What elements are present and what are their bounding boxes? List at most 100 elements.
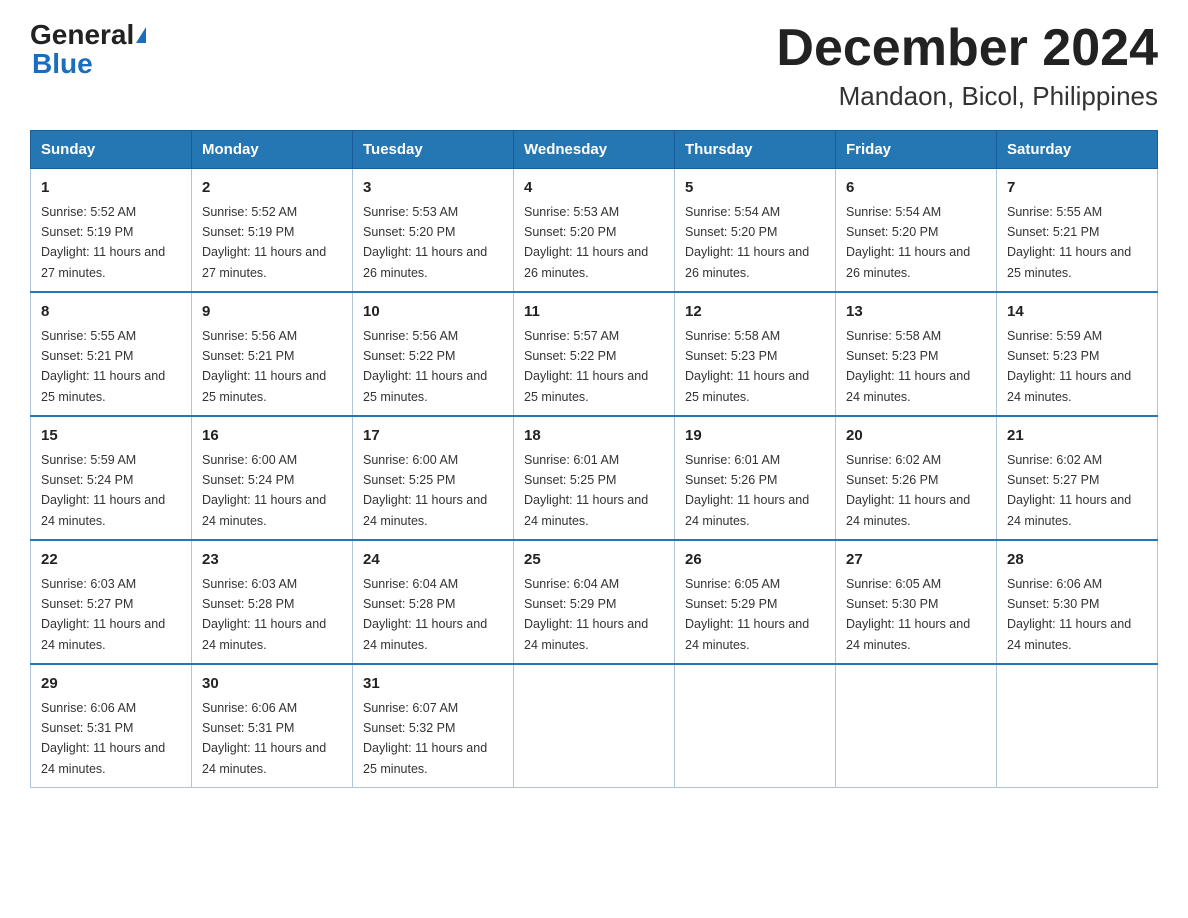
day-number: 27: [846, 549, 986, 572]
day-number: 28: [1007, 549, 1147, 572]
day-info: Sunrise: 5:53 AMSunset: 5:20 PMDaylight:…: [524, 205, 648, 280]
day-cell: 3 Sunrise: 5:53 AMSunset: 5:20 PMDayligh…: [353, 169, 514, 293]
header-cell-sunday: Sunday: [31, 131, 192, 169]
calendar-table: SundayMondayTuesdayWednesdayThursdayFrid…: [30, 130, 1158, 788]
day-number: 9: [202, 301, 342, 324]
day-info: Sunrise: 6:03 AMSunset: 5:27 PMDaylight:…: [41, 577, 165, 652]
day-cell: 30 Sunrise: 6:06 AMSunset: 5:31 PMDaylig…: [192, 664, 353, 788]
day-cell: 2 Sunrise: 5:52 AMSunset: 5:19 PMDayligh…: [192, 169, 353, 293]
day-info: Sunrise: 6:02 AMSunset: 5:27 PMDaylight:…: [1007, 453, 1131, 528]
day-cell: 14 Sunrise: 5:59 AMSunset: 5:23 PMDaylig…: [997, 292, 1158, 416]
day-cell: [514, 664, 675, 788]
day-cell: 16 Sunrise: 6:00 AMSunset: 5:24 PMDaylig…: [192, 416, 353, 540]
day-number: 16: [202, 425, 342, 448]
day-info: Sunrise: 5:54 AMSunset: 5:20 PMDaylight:…: [685, 205, 809, 280]
day-number: 12: [685, 301, 825, 324]
day-cell: 31 Sunrise: 6:07 AMSunset: 5:32 PMDaylig…: [353, 664, 514, 788]
day-info: Sunrise: 6:00 AMSunset: 5:24 PMDaylight:…: [202, 453, 326, 528]
day-cell: 18 Sunrise: 6:01 AMSunset: 5:25 PMDaylig…: [514, 416, 675, 540]
day-number: 26: [685, 549, 825, 572]
day-info: Sunrise: 5:55 AMSunset: 5:21 PMDaylight:…: [1007, 205, 1131, 280]
day-number: 13: [846, 301, 986, 324]
week-row-5: 29 Sunrise: 6:06 AMSunset: 5:31 PMDaylig…: [31, 664, 1158, 788]
day-cell: 10 Sunrise: 5:56 AMSunset: 5:22 PMDaylig…: [353, 292, 514, 416]
day-info: Sunrise: 6:01 AMSunset: 5:26 PMDaylight:…: [685, 453, 809, 528]
day-cell: 19 Sunrise: 6:01 AMSunset: 5:26 PMDaylig…: [675, 416, 836, 540]
day-cell: 11 Sunrise: 5:57 AMSunset: 5:22 PMDaylig…: [514, 292, 675, 416]
day-cell: 5 Sunrise: 5:54 AMSunset: 5:20 PMDayligh…: [675, 169, 836, 293]
day-info: Sunrise: 5:58 AMSunset: 5:23 PMDaylight:…: [846, 329, 970, 404]
header-cell-thursday: Thursday: [675, 131, 836, 169]
day-number: 24: [363, 549, 503, 572]
day-cell: 25 Sunrise: 6:04 AMSunset: 5:29 PMDaylig…: [514, 540, 675, 664]
calendar-header: SundayMondayTuesdayWednesdayThursdayFrid…: [31, 131, 1158, 169]
header-cell-monday: Monday: [192, 131, 353, 169]
day-number: 11: [524, 301, 664, 324]
page-header: General Blue December 2024 Mandaon, Bico…: [30, 20, 1158, 112]
day-cell: 20 Sunrise: 6:02 AMSunset: 5:26 PMDaylig…: [836, 416, 997, 540]
day-number: 7: [1007, 177, 1147, 200]
logo-text-blue: Blue: [30, 49, 93, 80]
day-number: 30: [202, 673, 342, 696]
day-cell: 7 Sunrise: 5:55 AMSunset: 5:21 PMDayligh…: [997, 169, 1158, 293]
day-cell: 6 Sunrise: 5:54 AMSunset: 5:20 PMDayligh…: [836, 169, 997, 293]
day-cell: [675, 664, 836, 788]
day-info: Sunrise: 5:56 AMSunset: 5:21 PMDaylight:…: [202, 329, 326, 404]
day-number: 14: [1007, 301, 1147, 324]
day-info: Sunrise: 6:07 AMSunset: 5:32 PMDaylight:…: [363, 701, 487, 776]
day-number: 4: [524, 177, 664, 200]
day-cell: 27 Sunrise: 6:05 AMSunset: 5:30 PMDaylig…: [836, 540, 997, 664]
day-cell: 29 Sunrise: 6:06 AMSunset: 5:31 PMDaylig…: [31, 664, 192, 788]
day-info: Sunrise: 5:55 AMSunset: 5:21 PMDaylight:…: [41, 329, 165, 404]
day-number: 31: [363, 673, 503, 696]
day-info: Sunrise: 6:05 AMSunset: 5:29 PMDaylight:…: [685, 577, 809, 652]
header-cell-tuesday: Tuesday: [353, 131, 514, 169]
day-info: Sunrise: 6:06 AMSunset: 5:31 PMDaylight:…: [41, 701, 165, 776]
day-info: Sunrise: 5:59 AMSunset: 5:24 PMDaylight:…: [41, 453, 165, 528]
day-cell: 21 Sunrise: 6:02 AMSunset: 5:27 PMDaylig…: [997, 416, 1158, 540]
logo: General Blue: [30, 20, 146, 80]
day-info: Sunrise: 5:56 AMSunset: 5:22 PMDaylight:…: [363, 329, 487, 404]
day-info: Sunrise: 5:52 AMSunset: 5:19 PMDaylight:…: [202, 205, 326, 280]
day-cell: [836, 664, 997, 788]
day-number: 8: [41, 301, 181, 324]
header-row: SundayMondayTuesdayWednesdayThursdayFrid…: [31, 131, 1158, 169]
day-info: Sunrise: 6:05 AMSunset: 5:30 PMDaylight:…: [846, 577, 970, 652]
day-info: Sunrise: 6:04 AMSunset: 5:29 PMDaylight:…: [524, 577, 648, 652]
day-info: Sunrise: 5:52 AMSunset: 5:19 PMDaylight:…: [41, 205, 165, 280]
day-cell: 28 Sunrise: 6:06 AMSunset: 5:30 PMDaylig…: [997, 540, 1158, 664]
day-cell: 8 Sunrise: 5:55 AMSunset: 5:21 PMDayligh…: [31, 292, 192, 416]
day-cell: 26 Sunrise: 6:05 AMSunset: 5:29 PMDaylig…: [675, 540, 836, 664]
day-number: 15: [41, 425, 181, 448]
day-number: 2: [202, 177, 342, 200]
day-info: Sunrise: 6:01 AMSunset: 5:25 PMDaylight:…: [524, 453, 648, 528]
day-cell: 12 Sunrise: 5:58 AMSunset: 5:23 PMDaylig…: [675, 292, 836, 416]
day-number: 23: [202, 549, 342, 572]
day-number: 19: [685, 425, 825, 448]
day-number: 22: [41, 549, 181, 572]
day-info: Sunrise: 6:04 AMSunset: 5:28 PMDaylight:…: [363, 577, 487, 652]
day-cell: 15 Sunrise: 5:59 AMSunset: 5:24 PMDaylig…: [31, 416, 192, 540]
day-number: 5: [685, 177, 825, 200]
day-number: 25: [524, 549, 664, 572]
day-cell: 4 Sunrise: 5:53 AMSunset: 5:20 PMDayligh…: [514, 169, 675, 293]
day-number: 29: [41, 673, 181, 696]
day-cell: 24 Sunrise: 6:04 AMSunset: 5:28 PMDaylig…: [353, 540, 514, 664]
day-number: 1: [41, 177, 181, 200]
day-info: Sunrise: 5:59 AMSunset: 5:23 PMDaylight:…: [1007, 329, 1131, 404]
week-row-3: 15 Sunrise: 5:59 AMSunset: 5:24 PMDaylig…: [31, 416, 1158, 540]
title-block: December 2024 Mandaon, Bicol, Philippine…: [776, 20, 1158, 112]
day-info: Sunrise: 6:03 AMSunset: 5:28 PMDaylight:…: [202, 577, 326, 652]
day-number: 17: [363, 425, 503, 448]
calendar-title: December 2024: [776, 20, 1158, 77]
day-cell: 9 Sunrise: 5:56 AMSunset: 5:21 PMDayligh…: [192, 292, 353, 416]
day-number: 21: [1007, 425, 1147, 448]
logo-text-black: General: [30, 20, 134, 51]
day-info: Sunrise: 6:06 AMSunset: 5:30 PMDaylight:…: [1007, 577, 1131, 652]
week-row-2: 8 Sunrise: 5:55 AMSunset: 5:21 PMDayligh…: [31, 292, 1158, 416]
week-row-1: 1 Sunrise: 5:52 AMSunset: 5:19 PMDayligh…: [31, 169, 1158, 293]
day-cell: 23 Sunrise: 6:03 AMSunset: 5:28 PMDaylig…: [192, 540, 353, 664]
day-cell: 13 Sunrise: 5:58 AMSunset: 5:23 PMDaylig…: [836, 292, 997, 416]
header-cell-wednesday: Wednesday: [514, 131, 675, 169]
day-number: 10: [363, 301, 503, 324]
